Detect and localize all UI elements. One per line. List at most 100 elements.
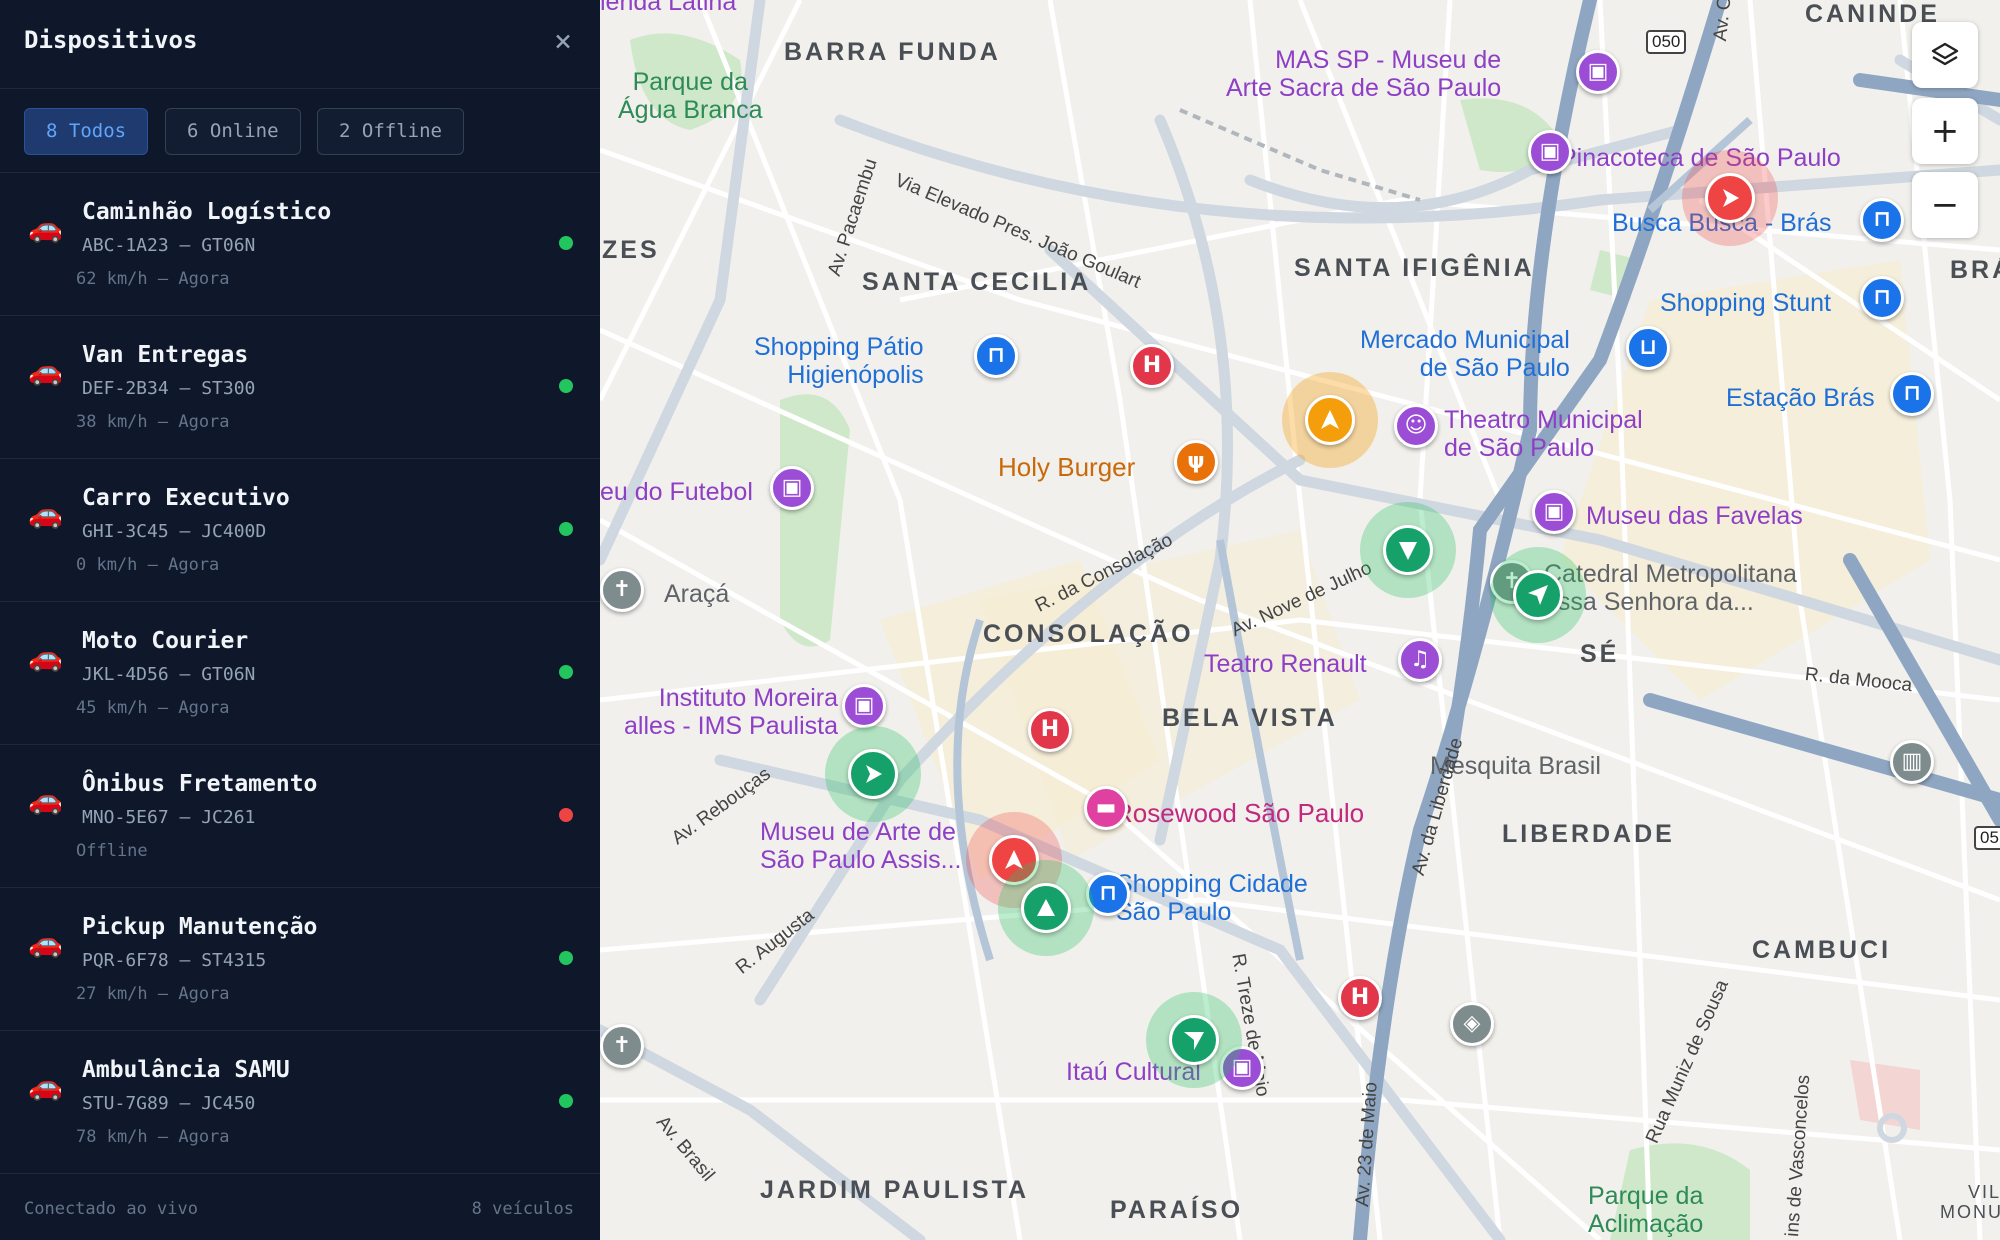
sidebar-title: Dispositivos <box>24 26 198 54</box>
shopping-bag-icon[interactable]: ⊓ <box>974 334 1018 378</box>
district-label: MONUM <box>1940 1202 2000 1222</box>
museum-icon[interactable]: ▣ <box>1532 490 1576 534</box>
vehicle-marker[interactable] <box>1705 173 1755 223</box>
district-label: BELA VISTA <box>1162 704 1338 732</box>
vehicle-marker[interactable] <box>1383 525 1433 575</box>
theater-icon[interactable]: ☺ <box>1394 404 1438 448</box>
vehicle-marker[interactable] <box>848 749 898 799</box>
district-label: LIBERDADE <box>1502 820 1675 848</box>
museum-icon[interactable]: ▣ <box>1528 130 1572 174</box>
device-item[interactable]: 🚗 Caminhão Logístico ABC-1A23 — GT06N 62… <box>0 173 600 316</box>
mosque-icon[interactable]: ▥ <box>1890 740 1934 784</box>
vehicle-count: 8 veículos <box>471 1199 574 1219</box>
close-icon[interactable]: × <box>550 27 576 57</box>
device-status: 0 km/h — Agora <box>76 555 220 575</box>
district-label: VILA <box>1968 1182 2000 1202</box>
devices-sidebar: Dispositivos × 8 Todos 6 Online 2 Offlin… <box>0 0 600 1240</box>
district-label: CAMBUCI <box>1752 936 1892 964</box>
filter-all-chip[interactable]: 8 Todos <box>24 108 149 155</box>
district-label: SANTA CECILIA <box>862 268 1092 296</box>
shopping-label: Shopping Cidade São Paulo <box>1116 870 1308 926</box>
online-status-dot <box>559 522 573 536</box>
device-item[interactable]: 🚗 Carro Executivo GHI-3C45 — JC400D 0 km… <box>0 459 600 602</box>
hotel-label: Rosewood São Paulo <box>1114 798 1365 828</box>
vehicle-marker[interactable] <box>1513 570 1563 620</box>
connection-status: Conectado ao vivo <box>24 1199 198 1219</box>
cart-icon[interactable]: ⊔ <box>1626 326 1670 370</box>
music-icon[interactable]: ♫ <box>1398 638 1442 682</box>
vehicle-marker[interactable] <box>1169 1015 1219 1065</box>
car-icon: 🚗 <box>28 783 63 816</box>
device-plate: STU-7G89 — JC450 <box>82 1093 256 1114</box>
hotel-icon[interactable]: ▬ <box>1084 786 1128 830</box>
hospital-icon[interactable]: H <box>1338 976 1382 1020</box>
device-name: Ambulância SAMU <box>82 1057 290 1083</box>
museum-label: MAS SP - Museu de Arte Sacra de São Paulo <box>1226 46 1502 102</box>
device-status: 78 km/h — Agora <box>76 1127 230 1147</box>
device-plate: DEF-2B34 — ST300 <box>82 378 256 399</box>
station-label: Estação Brás <box>1726 384 1875 412</box>
museum-label: Museu de Arte de São Paulo Assis... <box>760 818 962 874</box>
device-status: Offline <box>76 841 148 861</box>
museum-icon[interactable]: ▣ <box>1576 50 1620 94</box>
restaurant-icon[interactable]: ψ <box>1174 440 1218 484</box>
shopping-bag-icon[interactable]: ⊓ <box>1860 198 1904 242</box>
shopping-bag-icon[interactable]: ⊓ <box>1860 276 1904 320</box>
hospital-icon[interactable]: H <box>1130 344 1174 388</box>
filter-online-chip[interactable]: 6 Online <box>165 108 301 155</box>
museum-label: Museu das Favelas <box>1586 502 1803 530</box>
district-label: CONSOLAÇÃO <box>983 620 1194 648</box>
car-icon: 🚗 <box>28 640 63 673</box>
device-plate: MNO-5E67 — JC261 <box>82 807 256 828</box>
museum-label: eu do Futebol <box>600 478 753 506</box>
hospital-icon[interactable]: H <box>1028 708 1072 752</box>
device-status: 45 km/h — Agora <box>76 698 230 718</box>
school-icon[interactable]: ◈ <box>1450 1002 1494 1046</box>
device-item[interactable]: 🚗 Pickup Manutenção PQR-6F78 — ST4315 27… <box>0 888 600 1031</box>
shopping-label: Shopping Stunt <box>1660 289 1831 317</box>
device-status: 27 km/h — Agora <box>76 984 230 1004</box>
map-canvas[interactable]: BARRA FUNDA SANTA CECILIA SANTA IFIGÊNIA… <box>600 0 2000 1240</box>
online-status-dot <box>559 1094 573 1108</box>
cemetery-icon[interactable]: ✝ <box>600 568 644 612</box>
layers-icon[interactable] <box>1912 22 1978 88</box>
device-name: Van Entregas <box>82 342 249 368</box>
online-status-dot <box>559 236 573 250</box>
zoom-out-button[interactable]: − <box>1912 172 1978 238</box>
car-icon: 🚗 <box>28 497 63 530</box>
device-status: 38 km/h — Agora <box>76 412 230 432</box>
route-shield: 05 <box>1974 826 2000 850</box>
device-item[interactable]: 🚗 Ambulância SAMU STU-7G89 — JC450 78 km… <box>0 1031 600 1174</box>
online-status-dot <box>559 951 573 965</box>
online-status-dot <box>559 379 573 393</box>
car-icon: 🚗 <box>28 1069 63 1102</box>
device-name: Ônibus Fretamento <box>82 771 318 797</box>
district-label: SÉ <box>1580 640 1620 668</box>
car-icon: 🚗 <box>28 211 63 244</box>
museum-label: Instituto Moreira alles - IMS Paulista <box>624 684 838 740</box>
filter-bar: 8 Todos 6 Online 2 Offline <box>0 89 600 173</box>
theater-label: Theatro Municipal de São Paulo <box>1444 406 1643 462</box>
park-label: Parque da Aclimação <box>1588 1182 1704 1238</box>
cemetery-icon[interactable]: ✝ <box>600 1024 644 1068</box>
device-name: Carro Executivo <box>82 485 290 511</box>
device-item[interactable]: 🚗 Ônibus Fretamento MNO-5E67 — JC261 Off… <box>0 745 600 888</box>
museum-icon[interactable]: ▣ <box>842 684 886 728</box>
sidebar-footer: Conectado ao vivo 8 veículos <box>0 1173 600 1240</box>
theater-label: Teatro Renault <box>1204 650 1367 678</box>
museum-icon[interactable]: ▣ <box>770 466 814 510</box>
device-item[interactable]: 🚗 Van Entregas DEF-2B34 — ST300 38 km/h … <box>0 316 600 459</box>
vehicle-marker[interactable] <box>1021 883 1071 933</box>
shopping-bag-icon[interactable]: ⊓ <box>1890 372 1934 416</box>
district-label: BRÁ <box>1950 256 2000 284</box>
car-icon: 🚗 <box>28 354 63 387</box>
restaurant-label: Holy Burger <box>998 452 1136 482</box>
district-label: PARAÍSO <box>1110 1196 1244 1224</box>
device-plate: GHI-3C45 — JC400D <box>82 521 267 542</box>
device-plate: JKL-4D56 — GT06N <box>82 664 256 685</box>
online-status-dot <box>559 665 573 679</box>
zoom-in-button[interactable]: + <box>1912 98 1978 164</box>
vehicle-marker[interactable] <box>1305 395 1355 445</box>
device-item[interactable]: 🚗 Moto Courier JKL-4D56 — GT06N 45 km/h … <box>0 602 600 745</box>
filter-offline-chip[interactable]: 2 Offline <box>317 108 464 155</box>
